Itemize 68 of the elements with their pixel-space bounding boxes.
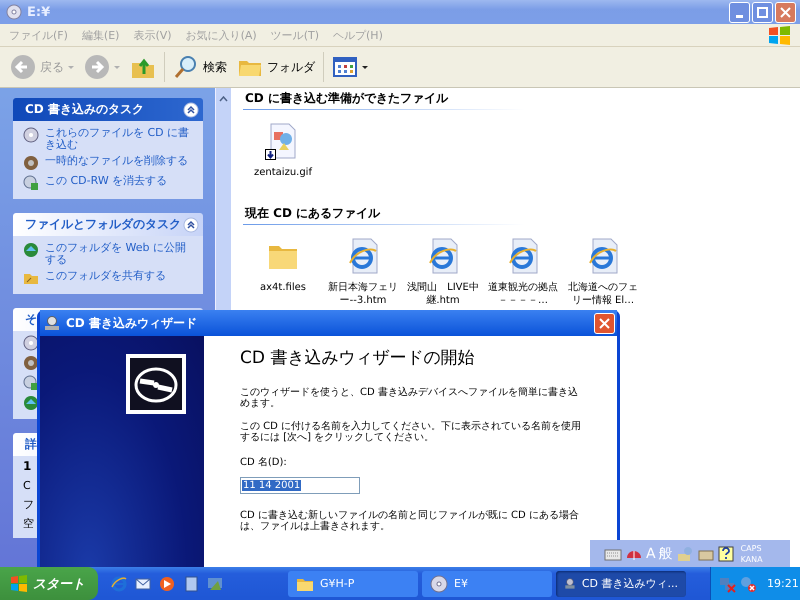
play-icon xyxy=(158,574,176,592)
kana-indicator: KANA xyxy=(740,554,763,564)
instruction-text: このウィザードを使うと、CD 書き込みデバイスへファイルを簡単に書き込めます。 xyxy=(240,387,579,409)
windows-logo xyxy=(10,574,28,592)
file-name[interactable]: 北海道へのフェリー情報 El… xyxy=(564,281,642,307)
task-icon xyxy=(23,242,39,258)
detail-text: フ xyxy=(23,498,35,511)
cd-icon xyxy=(430,574,448,592)
task-link[interactable]: 一時的なファイルを削除する xyxy=(45,155,188,167)
file-name[interactable]: 新日本海フェリー--3.htm xyxy=(324,281,402,307)
detail-text: 空 xyxy=(23,517,35,530)
task-icon xyxy=(23,355,39,371)
help-icon xyxy=(718,546,734,562)
close-button[interactable] xyxy=(594,312,615,334)
task-icon xyxy=(23,155,39,171)
keyboard-icon xyxy=(604,546,622,560)
task-link[interactable]: この CD-RW を消去する xyxy=(45,175,168,187)
maximize-icon xyxy=(756,6,769,18)
detail-name: 1 xyxy=(23,460,32,473)
wizard-title: CD 書き込みウィザード xyxy=(66,314,198,332)
panel-header[interactable]: ファイルとフォルダのタスク xyxy=(13,213,203,236)
maximize-button[interactable] xyxy=(752,2,773,22)
task-link[interactable]: このフォルダを共有する xyxy=(45,270,166,282)
minimize-button[interactable] xyxy=(729,2,750,22)
task-icon xyxy=(23,175,39,191)
close-button[interactable] xyxy=(775,2,796,22)
close-icon xyxy=(598,316,611,330)
window-title: E:¥ xyxy=(27,4,52,20)
collapse-icon[interactable] xyxy=(183,216,199,232)
panel-title: ファイルとフォルダのタスク xyxy=(25,216,181,233)
file-name[interactable]: ax4t.files xyxy=(244,281,322,294)
cd-icon xyxy=(6,4,22,20)
network-error-icon xyxy=(739,574,757,592)
view-grid-icon xyxy=(332,54,358,80)
input-field[interactable]: 11 14 2001 xyxy=(240,477,360,494)
taskbar-button[interactable]: G¥H-P xyxy=(288,570,418,596)
file-name[interactable]: 道東観光の拠点－－－－… xyxy=(484,281,562,307)
taskbar-button[interactable]: CD 書き込みウィ... xyxy=(556,570,686,596)
panel-title: CD 書き込みのタスク xyxy=(25,101,144,118)
clock: 19:21 xyxy=(767,577,799,590)
panel-header[interactable]: CD 書き込みのタスク xyxy=(13,98,203,121)
panel-title: そ xyxy=(25,311,37,328)
detail-text: C xyxy=(23,479,32,492)
caps-indicator: CAPS xyxy=(740,542,763,554)
section-heading: CD に書き込む準備ができたファイル xyxy=(243,90,525,110)
task-icon xyxy=(23,127,39,143)
browser-icon xyxy=(110,574,128,592)
section-heading: 現在 CD にあるファイル xyxy=(243,205,525,225)
start-button[interactable]: スタート xyxy=(0,567,98,600)
task-link[interactable]: このフォルダを Web に公開する xyxy=(45,242,193,266)
cd-writer-icon xyxy=(44,315,60,331)
file-name[interactable]: 浅間山 LIVE中継.htm xyxy=(404,281,482,307)
folders-button[interactable]: フォルダ xyxy=(233,52,319,82)
close-icon xyxy=(779,6,792,18)
task-icon xyxy=(23,395,39,411)
panel-title: 詳 xyxy=(25,436,37,453)
taskbar-button[interactable]: E¥ xyxy=(422,570,552,596)
note-text: CD に書き込む新しいファイルの名前と同じファイルが既に CD にある場合は、ファイルは上書きされます。 xyxy=(240,510,580,532)
task-link[interactable]: これらのファイルを CD に書き込む xyxy=(45,127,193,151)
collapse-icon[interactable] xyxy=(183,102,199,118)
field-label: CD 名(D): xyxy=(240,456,288,469)
search-button[interactable]: 検索 xyxy=(169,52,231,82)
instruction-text: この CD に付ける名前を入力してください。下に表示されている名前を使用するには [次へ] をクリックしてください。 xyxy=(240,421,582,443)
task-icon xyxy=(23,375,39,391)
search-icon xyxy=(173,54,199,80)
file-name[interactable]: zentaizu.gif xyxy=(244,166,322,179)
wizard-heading: CD 書き込みウィザードの開始 xyxy=(240,347,476,369)
minimize-icon xyxy=(736,14,743,18)
